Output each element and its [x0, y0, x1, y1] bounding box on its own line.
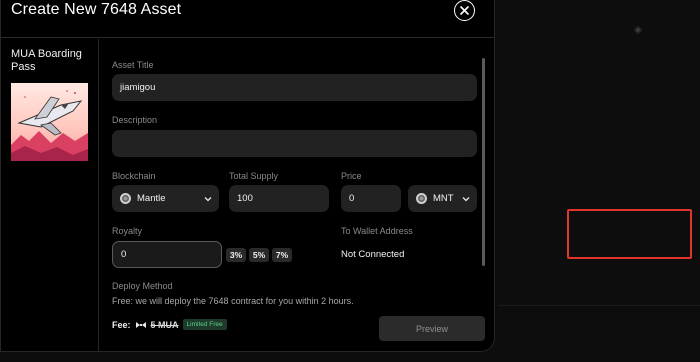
mnt-coin-icon	[416, 193, 427, 204]
deploy-method-text: Free: we will deploy the 7648 contract f…	[112, 296, 354, 306]
blockchain-value: Mantle	[137, 193, 166, 204]
blockchain-label: Blockchain	[112, 171, 156, 181]
total-supply-value: 100	[237, 193, 253, 204]
close-icon	[460, 6, 469, 15]
blockchain-select[interactable]: Mantle	[112, 185, 219, 212]
background-top-button	[634, 26, 642, 34]
chevron-down-icon	[462, 196, 470, 201]
price-value: 0	[349, 193, 355, 204]
wallet-address-value: Not Connected	[341, 249, 405, 260]
highlight-annotation	[567, 209, 692, 259]
price-label: Price	[341, 171, 362, 181]
description-input[interactable]	[112, 130, 477, 157]
asset-title-value: jiamigou	[120, 82, 156, 93]
create-asset-modal: Create New 7648 Asset MUA Boarding Pass	[0, 0, 495, 352]
asset-name: MUA Boarding Pass	[11, 48, 82, 73]
background-plus-icon	[635, 27, 641, 33]
royalty-label: Royalty	[112, 226, 143, 236]
limited-free-badge: Limited Free	[182, 319, 227, 330]
preview-button[interactable]: Preview	[379, 316, 485, 341]
asset-thumbnail	[11, 83, 88, 161]
price-input[interactable]: 0	[341, 185, 401, 212]
modal-title: Create New 7648 Asset	[11, 1, 182, 18]
royalty-option-3[interactable]: 3%	[226, 248, 246, 262]
close-button[interactable]	[454, 0, 475, 21]
asset-title-label: Asset Title	[112, 60, 154, 70]
asset-title-input[interactable]: jiamigou	[112, 74, 477, 101]
asset-preview-panel: MUA Boarding Pass	[1, 39, 99, 351]
background-divider	[498, 305, 700, 306]
fee-row: Fee: 5 MUA Limited Free	[112, 319, 227, 330]
total-supply-label: Total Supply	[229, 171, 279, 181]
mantle-coin-icon	[120, 193, 131, 204]
royalty-option-5[interactable]: 5%	[249, 248, 269, 262]
deploy-method-label: Deploy Method	[112, 281, 173, 291]
chevron-down-icon	[204, 196, 212, 201]
currency-select[interactable]: MNT	[408, 185, 477, 212]
form-scrollbar[interactable]	[482, 58, 485, 266]
royalty-value: 0	[121, 249, 127, 260]
fee-original-price: 5 MUA	[150, 319, 179, 330]
description-label: Description	[112, 115, 158, 125]
wallet-address-label: To Wallet Address	[341, 226, 413, 236]
bow-tie-icon	[135, 321, 146, 328]
royalty-option-7[interactable]: 7%	[272, 248, 292, 262]
currency-value: MNT	[433, 193, 454, 204]
total-supply-input[interactable]: 100	[229, 185, 329, 212]
royalty-input[interactable]: 0	[112, 241, 222, 268]
modal-header: Create New 7648 Asset	[1, 0, 494, 38]
fee-label: Fee:	[112, 319, 131, 330]
